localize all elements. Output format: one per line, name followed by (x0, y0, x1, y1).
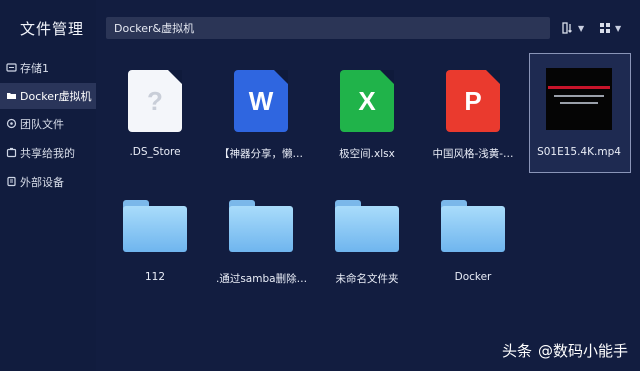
sidebar-item-team[interactable]: 团队文件 (0, 111, 96, 137)
app-title: 文件管理 (20, 20, 85, 38)
folder-name: 未命名文件夹 (335, 273, 399, 285)
folder-icon (6, 90, 18, 102)
sort-button[interactable]: ▼ (562, 19, 584, 37)
chevron-down-icon: ▼ (615, 23, 622, 33)
folder-icon (123, 200, 187, 252)
sidebar-item-external[interactable]: 外部设备 (0, 169, 96, 195)
folder-name: Docker (454, 271, 492, 283)
folder-icon (441, 200, 505, 252)
file-name: .DS_Store (129, 146, 181, 158)
sidebar-item-label: 外部设备 (20, 176, 64, 189)
file-name: 【神器分享，懒… (219, 148, 303, 160)
path-text: Docker&虚拟机 (114, 22, 195, 35)
sidebar-item-label: Docker虚拟机 (20, 90, 92, 103)
sidebar-item-storage1[interactable]: 存储1 (0, 55, 96, 81)
folder-icon (335, 200, 399, 252)
sidebar-item-docker[interactable]: Docker虚拟机 (0, 83, 96, 109)
watermark: 头条 @数码小能手 (502, 340, 628, 361)
watermark-platform: 头条 (501, 342, 532, 360)
storage-icon (6, 62, 18, 74)
sidebar-item-label: 共享给我的 (20, 147, 75, 160)
video-thumbnail (546, 68, 612, 130)
view-toggle-button[interactable]: ▼ (599, 19, 621, 37)
chevron-down-icon: ▼ (578, 23, 585, 33)
folder-icon (229, 200, 293, 252)
ppt-file-icon: P (446, 70, 500, 132)
sort-icon (562, 19, 574, 38)
grid-view-icon (599, 19, 611, 38)
folder-name: 112 (144, 271, 166, 283)
file-name: 极空间.xlsx (339, 148, 395, 160)
sidebar-item-shared[interactable]: 共享给我的 (0, 140, 96, 166)
path-bar[interactable]: Docker&虚拟机 (106, 17, 550, 39)
folder-name: .通过samba删除… (216, 273, 306, 285)
sidebar-item-label: 存储1 (20, 62, 49, 75)
excel-file-icon: X (340, 70, 394, 132)
share-icon (6, 147, 18, 159)
file-name: 中国风格-浅黄-… (432, 148, 514, 160)
team-icon (6, 118, 18, 130)
word-file-icon: W (234, 70, 288, 132)
device-icon (6, 176, 18, 188)
watermark-handle: @数码小能手 (537, 342, 628, 360)
unknown-file-icon: ? (128, 70, 182, 132)
file-name: S01E15.4K.mp4 (537, 146, 621, 158)
sidebar-item-label: 团队文件 (20, 118, 64, 131)
